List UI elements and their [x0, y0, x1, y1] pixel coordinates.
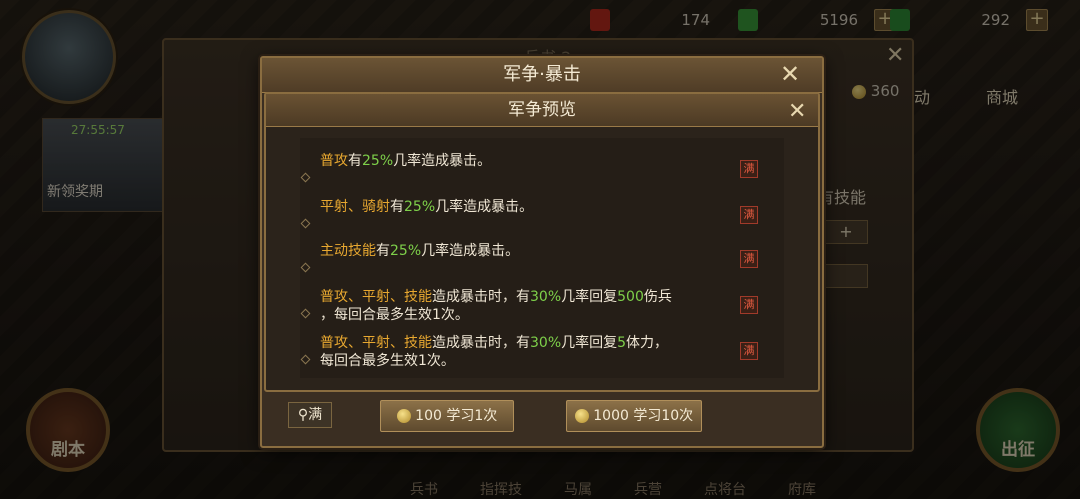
- effect-text-part: ，每回合最多生效1次。: [320, 307, 469, 323]
- effect-text-part: 每回合最多生效1次。: [320, 353, 455, 369]
- learn-ten-button[interactable]: 1000 学习10次: [566, 400, 702, 432]
- effect-keyword: 普攻、平射、技能: [320, 335, 432, 351]
- effect-amount: 500: [617, 289, 644, 305]
- max-badge: 满: [740, 250, 758, 268]
- effect-keyword: 主动技能: [320, 243, 376, 259]
- crit-dialog-title: 军争·暴击: [262, 58, 822, 93]
- effect-text: 平射、骑射有25%几率造成暴击。: [320, 198, 740, 216]
- learn-once-button[interactable]: 100 学习1次: [380, 400, 514, 432]
- coin-icon: [574, 409, 589, 423]
- search-icon: ⚲: [297, 407, 309, 423]
- max-badge: 满: [740, 206, 758, 224]
- effect-text-part: 造成暴击时，有: [432, 289, 530, 305]
- effect-rate: 25%: [404, 199, 436, 215]
- effect-rate: 30%: [530, 335, 562, 351]
- effect-text-part: 几率回复: [561, 335, 618, 351]
- bullet-icon: [300, 354, 311, 365]
- effect-text: 主动技能有25%几率造成暴击。: [320, 242, 740, 260]
- learn-once-label: 100 学习1次: [415, 408, 498, 424]
- max-badge: 满: [740, 160, 758, 178]
- bullet-icon: [300, 218, 311, 229]
- bullet-icon: [300, 262, 311, 273]
- effect-rate: 25%: [362, 153, 394, 169]
- effect-text-part: 造成暴击时，有: [432, 335, 530, 351]
- effect-text: 普攻有25%几率造成暴击。: [320, 152, 740, 170]
- bullet-icon: [300, 172, 311, 183]
- effect-text-part: 几率造成暴击。: [421, 243, 520, 259]
- max-badge: 满: [740, 296, 758, 314]
- effect-text-part: 几率造成暴击。: [393, 153, 492, 169]
- close-icon[interactable]: ✕: [780, 62, 800, 86]
- effect-rate: 30%: [530, 289, 562, 305]
- effect-list: 普攻有25%几率造成暴击。 满 平射、骑射有25%几率造成暴击。 满 主动技能有…: [300, 138, 784, 378]
- search-max-button[interactable]: ⚲满: [288, 402, 332, 428]
- effect-text-part: 伤兵: [643, 289, 672, 305]
- preview-dialog-title: 军争预览: [266, 94, 818, 127]
- coin-icon: [396, 409, 411, 423]
- max-badge: 满: [740, 342, 758, 360]
- search-max-label: 满: [308, 407, 323, 423]
- effect-keyword: 普攻、平射、技能: [320, 289, 432, 305]
- effect-text-part: 有: [348, 153, 362, 169]
- bullet-icon: [300, 308, 311, 319]
- effect-rate: 25%: [390, 243, 422, 259]
- preview-dialog: 军争预览 ✕ 普攻有25%几率造成暴击。 满 平射、骑射有25%几率造成暴击。 …: [264, 92, 820, 392]
- effect-keyword: 平射、骑射: [320, 199, 390, 215]
- effect-text-part: 有: [376, 243, 390, 259]
- effect-keyword: 普攻: [320, 153, 348, 169]
- effect-text: 普攻、平射、技能造成暴击时，有30%几率回复500伤兵 ，每回合最多生效1次。: [320, 288, 740, 324]
- learn-ten-label: 1000 学习10次: [593, 408, 694, 424]
- effect-text: 普攻、平射、技能造成暴击时，有30%几率回复5体力， 每回合最多生效1次。: [320, 334, 740, 370]
- effect-text-part: 几率回复: [561, 289, 618, 305]
- close-icon[interactable]: ✕: [788, 101, 806, 123]
- effect-text-part: 有: [390, 199, 404, 215]
- effect-text-part: 体力，: [626, 335, 669, 351]
- effect-text-part: 几率造成暴击。: [435, 199, 534, 215]
- effect-amount: 5: [617, 335, 627, 351]
